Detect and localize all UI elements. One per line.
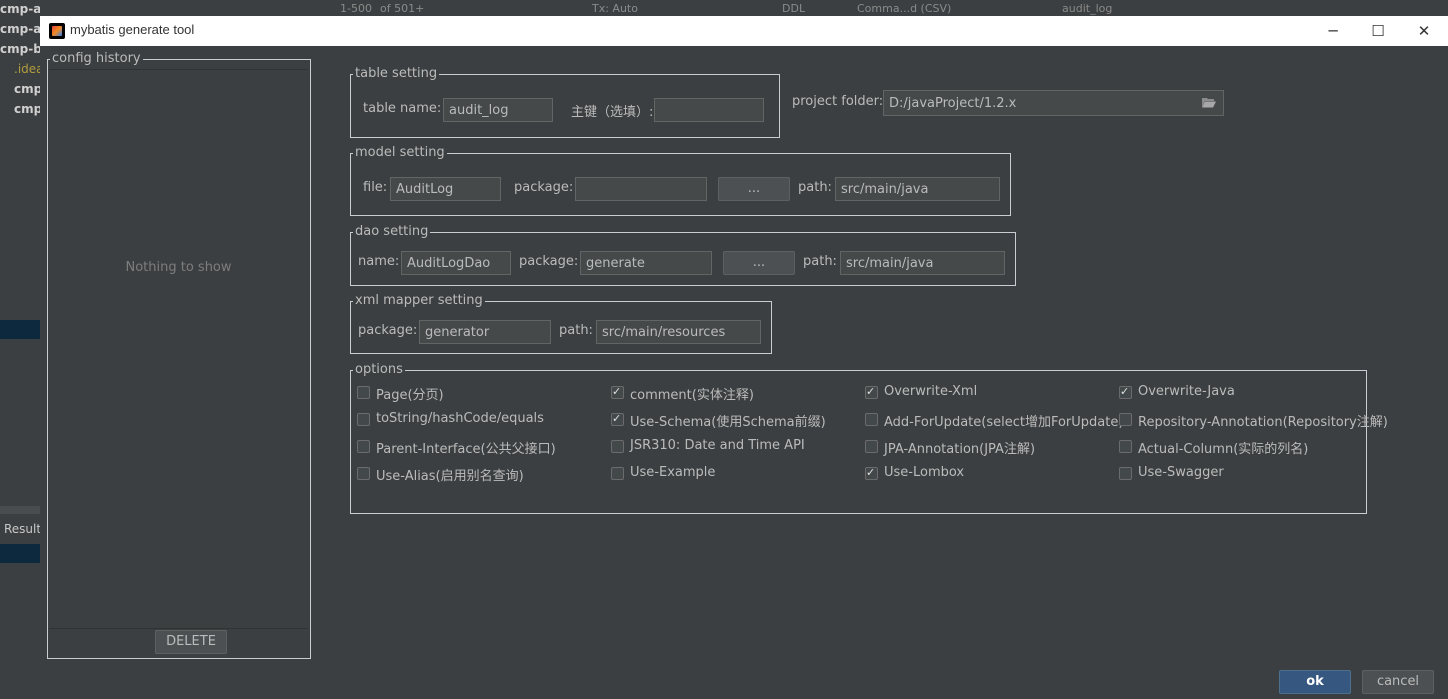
- option-label[interactable]: toString/hashCode/equals: [376, 411, 544, 426]
- checkmark-icon: ✓: [866, 385, 876, 398]
- cancel-button[interactable]: cancel: [1362, 670, 1434, 694]
- ide-project-item[interactable]: cmp-adapter-vmware: [0, 2, 40, 16]
- checkmark-icon: ✓: [1120, 385, 1130, 398]
- ide-project-item[interactable]: cmp: [14, 102, 40, 116]
- dao-name-input[interactable]: [401, 251, 511, 275]
- dialog-title: mybatis generate tool: [70, 22, 195, 37]
- option-checkbox[interactable]: [357, 467, 370, 480]
- option-checkbox[interactable]: [611, 467, 624, 480]
- option-label[interactable]: Page(分页): [376, 384, 444, 403]
- primary-key-input[interactable]: [654, 98, 764, 122]
- option-checkbox[interactable]: [1119, 440, 1132, 453]
- option-checkbox[interactable]: [865, 413, 878, 426]
- option-checkbox[interactable]: ✓: [1119, 385, 1132, 399]
- option-label[interactable]: Parent-Interface(公共父接口): [376, 438, 556, 457]
- dao-browse-button[interactable]: ...: [723, 251, 795, 275]
- minimize-button[interactable]: ─: [1310, 16, 1356, 46]
- ok-button[interactable]: ok: [1279, 670, 1351, 694]
- xml-path-input[interactable]: [596, 320, 761, 344]
- option-checkbox[interactable]: [357, 413, 370, 426]
- dialog-titlebar[interactable]: mybatis generate tool ─ ☐ ✕: [40, 16, 1448, 46]
- option-checkbox[interactable]: ✓: [865, 466, 878, 480]
- model-browse-button[interactable]: ...: [718, 177, 790, 201]
- model-path-label: path:: [798, 180, 832, 195]
- option-label[interactable]: Actual-Column(实际的列名): [1138, 438, 1308, 457]
- checkmark-icon: ✓: [866, 466, 876, 479]
- option-checkbox[interactable]: ✓: [865, 385, 878, 399]
- model-file-label: file:: [363, 180, 388, 195]
- model-package-label: package:: [514, 180, 574, 195]
- dao-package-label: package:: [519, 254, 579, 269]
- option-checkbox[interactable]: ✓: [611, 385, 624, 399]
- option-label[interactable]: JPA-Annotation(JPA注解): [884, 438, 1035, 457]
- model-package-input[interactable]: [575, 177, 707, 201]
- xml-path-label: path:: [559, 323, 593, 338]
- project-folder-label: project folder:: [792, 94, 884, 109]
- xml-mapper-setting-legend: xml mapper setting: [355, 293, 483, 308]
- table-name-label: table name:: [363, 101, 442, 116]
- option-checkbox[interactable]: [865, 440, 878, 453]
- xml-package-input[interactable]: [419, 320, 551, 344]
- close-button[interactable]: ✕: [1401, 16, 1447, 46]
- config-history-list[interactable]: Nothing to show: [49, 69, 308, 629]
- app-icon: [49, 23, 65, 39]
- xml-package-label: package:: [358, 323, 418, 338]
- dao-package-input[interactable]: [580, 251, 712, 275]
- option-checkbox[interactable]: [611, 440, 624, 453]
- ide-project-item[interactable]: cmp-bi: [0, 42, 40, 56]
- option-label[interactable]: Overwrite-Java: [1138, 384, 1235, 399]
- delete-button[interactable]: DELETE: [155, 630, 227, 654]
- option-checkbox[interactable]: [357, 386, 370, 399]
- option-checkbox[interactable]: ✓: [611, 412, 624, 426]
- dao-name-label: name:: [358, 254, 400, 269]
- dao-path-label: path:: [803, 254, 837, 269]
- option-label[interactable]: Use-Example: [630, 465, 715, 480]
- option-label[interactable]: Add-ForUpdate(select增加ForUpdate): [884, 411, 1123, 430]
- options-legend: options: [355, 362, 403, 377]
- checkmark-icon: ✓: [612, 385, 622, 398]
- ide-ddl[interactable]: DDL: [782, 2, 805, 15]
- option-checkbox[interactable]: [1119, 413, 1132, 426]
- option-label[interactable]: Use-Lombox: [884, 465, 964, 480]
- maximize-button[interactable]: ☐: [1355, 16, 1401, 46]
- model-file-input[interactable]: [390, 177, 501, 201]
- ide-table-tab[interactable]: audit_log: [1062, 2, 1112, 15]
- option-checkbox[interactable]: [357, 440, 370, 453]
- empty-state-text: Nothing to show: [125, 260, 232, 275]
- model-path-input[interactable]: [835, 177, 1000, 201]
- model-setting-legend: model setting: [355, 145, 445, 160]
- table-name-input[interactable]: [443, 98, 553, 122]
- option-label[interactable]: Overwrite-Xml: [884, 384, 977, 399]
- option-label[interactable]: comment(实体注释): [630, 384, 754, 403]
- ide-project-item[interactable]: cmp-as: [0, 22, 40, 36]
- ide-page-range: 1-500: [340, 2, 372, 15]
- dao-setting-legend: dao setting: [355, 224, 429, 239]
- ide-tx-mode[interactable]: Tx: Auto: [592, 2, 638, 15]
- ide-export-format[interactable]: Comma...d (CSV): [857, 2, 951, 15]
- config-history-legend: config history: [52, 51, 141, 66]
- option-label[interactable]: Use-Swagger: [1138, 465, 1224, 480]
- ide-toolbar: 1-500 of 501+ Tx: Auto DDL Comma...d (CS…: [0, 0, 1448, 16]
- project-folder-input[interactable]: [883, 90, 1224, 116]
- ide-selected-result: [0, 544, 40, 563]
- ide-splitter[interactable]: [0, 506, 40, 514]
- option-label[interactable]: Use-Alias(启用别名查询): [376, 465, 524, 484]
- option-label[interactable]: JSR310: Date and Time API: [630, 438, 805, 453]
- primary-key-label: 主键（选填）:: [571, 105, 654, 120]
- ide-project-item[interactable]: cmp: [14, 82, 40, 96]
- checkmark-icon: ✓: [612, 412, 622, 425]
- ide-project-item[interactable]: .idea: [14, 62, 40, 76]
- option-label[interactable]: Repository-Annotation(Repository注解): [1138, 411, 1388, 430]
- table-setting-legend: table setting: [355, 66, 438, 81]
- ide-page-total: of 501+: [380, 2, 425, 15]
- ide-selected-row: [0, 320, 40, 339]
- ide-project-panel: cmp-adapter-vmware cmp-as cmp-bi .idea c…: [0, 0, 40, 699]
- option-label[interactable]: Use-Schema(使用Schema前缀): [630, 411, 826, 430]
- ide-result-label[interactable]: Result: [4, 522, 40, 536]
- option-checkbox[interactable]: [1119, 467, 1132, 480]
- folder-open-icon[interactable]: [1202, 97, 1216, 108]
- dao-path-input[interactable]: [840, 251, 1005, 275]
